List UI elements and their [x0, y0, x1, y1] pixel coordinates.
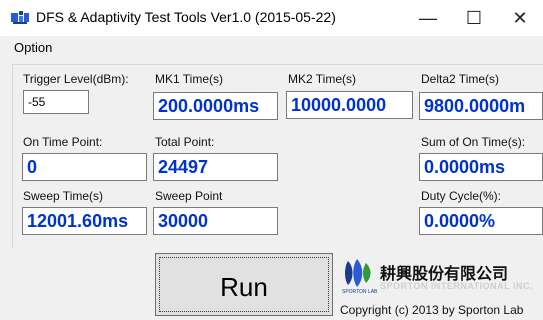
copyright-text: Copyright (c) 2013 by Sporton Lab: [340, 303, 524, 317]
total-point-label: Total Point:: [155, 135, 215, 149]
mk1-time-field: 200.0000ms: [153, 92, 278, 120]
app-window: DFS & Adaptivity Test Tools Ver1.0 (2015…: [0, 0, 543, 320]
company-name-en: SPORTON INTERNATIONAL INC.: [380, 281, 534, 291]
mk2-time-field: 10000.0000: [286, 91, 413, 119]
menu-option[interactable]: Option: [14, 40, 52, 55]
delta2-time-field: 9800.0000m: [419, 92, 543, 120]
maximize-button[interactable]: ☐: [451, 0, 497, 36]
company-logo: SPORTON LAB 耕興股份有限公司 SPORTON INTERNATION…: [340, 255, 543, 320]
logo-small-text: SPORTON LAB: [342, 289, 378, 295]
close-button[interactable]: ✕: [497, 0, 543, 36]
menu-bar: [0, 36, 543, 60]
run-button[interactable]: Run: [155, 253, 333, 316]
sweep-time-label: Sweep Time(s): [23, 189, 104, 203]
trigger-level-label: Trigger Level(dBm):: [23, 72, 129, 86]
run-button-label: Run: [220, 272, 268, 302]
minimize-button[interactable]: —: [405, 0, 451, 36]
on-time-point-field: 0: [22, 153, 147, 181]
sweep-point-label: Sweep Point: [155, 189, 223, 203]
sweep-time-field: 12001.60ms: [22, 207, 147, 235]
total-point-field: 24497: [153, 153, 278, 181]
app-icon[interactable]: [10, 10, 30, 26]
sweep-point-field: 30000: [153, 207, 278, 235]
mk1-time-label: MK1 Time(s): [155, 72, 224, 86]
title-bar: DFS & Adaptivity Test Tools Ver1.0 (2015…: [0, 0, 543, 36]
sum-on-time-label: Sum of On Time(s):: [421, 135, 526, 149]
sum-on-time-field: 0.0000ms: [419, 153, 543, 181]
duty-cycle-field: 0.0000%: [419, 207, 543, 235]
delta2-time-label: Delta2 Time(s): [421, 72, 500, 86]
duty-cycle-label: Duty Cycle(%):: [421, 189, 502, 203]
sporton-logo-icon: [345, 259, 371, 287]
mk2-time-label: MK2 Time(s): [288, 72, 357, 86]
window-title: DFS & Adaptivity Test Tools Ver1.0 (2015…: [36, 9, 336, 25]
trigger-level-input[interactable]: -55: [23, 90, 89, 114]
on-time-point-label: On Time Point:: [23, 135, 103, 149]
